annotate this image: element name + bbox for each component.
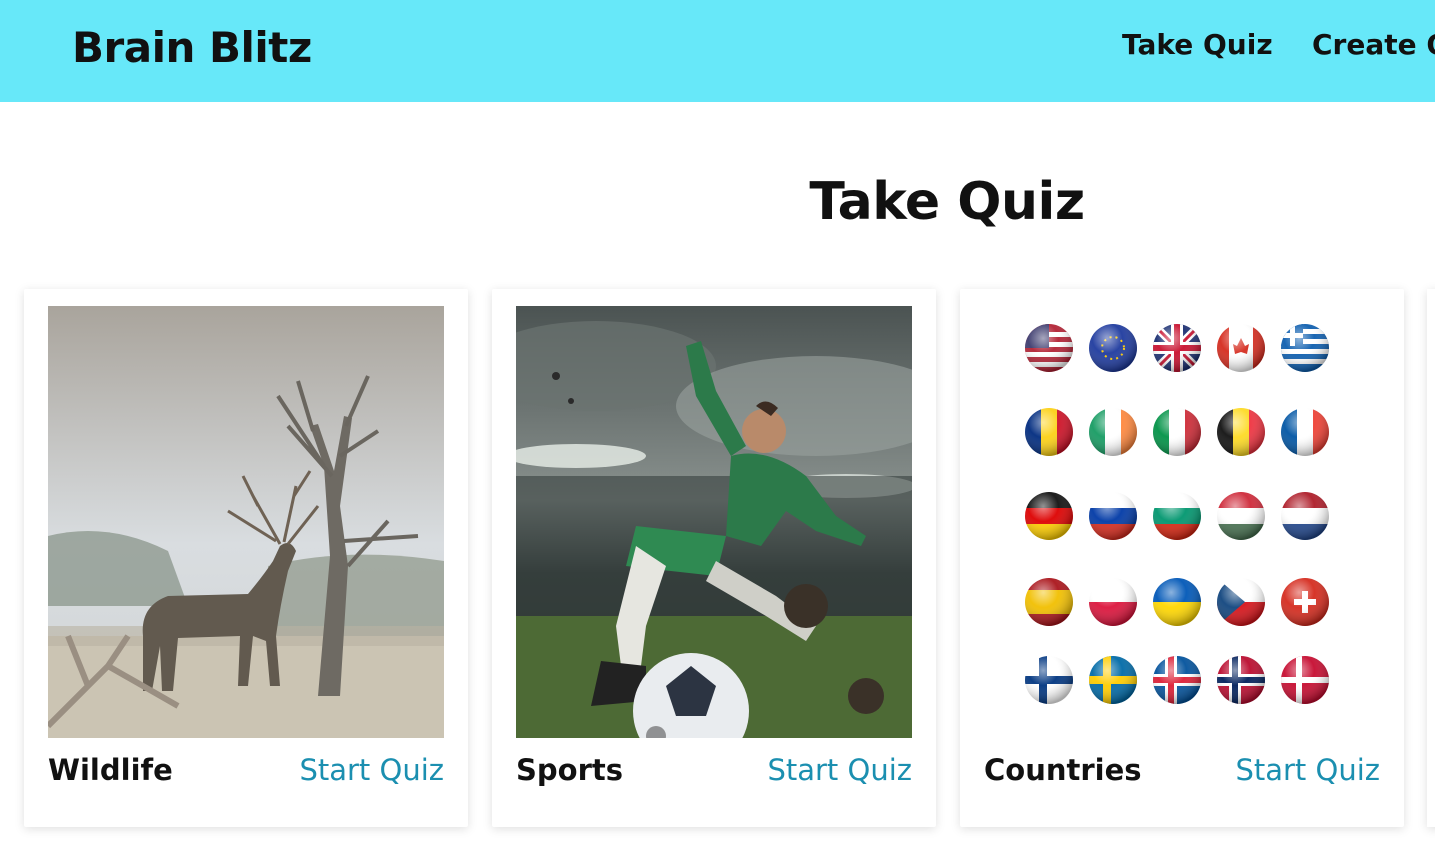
quiz-name: Wildlife [48, 753, 173, 787]
quiz-card-partial[interactable] [1427, 289, 1435, 827]
deer-tree-icon [48, 306, 444, 738]
nav-take-quiz[interactable]: Take Quiz [1122, 28, 1273, 61]
page-title: Take Quiz [809, 172, 1085, 232]
start-quiz-link[interactable]: Start Quiz [299, 753, 444, 787]
start-quiz-link[interactable]: Start Quiz [1235, 753, 1380, 787]
quiz-card-countries: Countries Start Quiz [960, 289, 1404, 827]
start-quiz-link[interactable]: Start Quiz [767, 753, 912, 787]
navbar: Brain Blitz Take Quiz Create Quiz [0, 0, 1435, 102]
flag-balls-icon [984, 306, 1380, 738]
nav-create-quiz[interactable]: Create Quiz [1312, 28, 1435, 61]
quiz-name: Sports [516, 753, 623, 787]
quiz-card-wildlife: Wildlife Start Quiz [24, 289, 468, 827]
quiz-name: Countries [984, 753, 1142, 787]
soccer-player-icon [516, 306, 912, 738]
brand-logo[interactable]: Brain Blitz [72, 23, 312, 72]
quiz-card-sports: Sports Start Quiz [492, 289, 936, 827]
